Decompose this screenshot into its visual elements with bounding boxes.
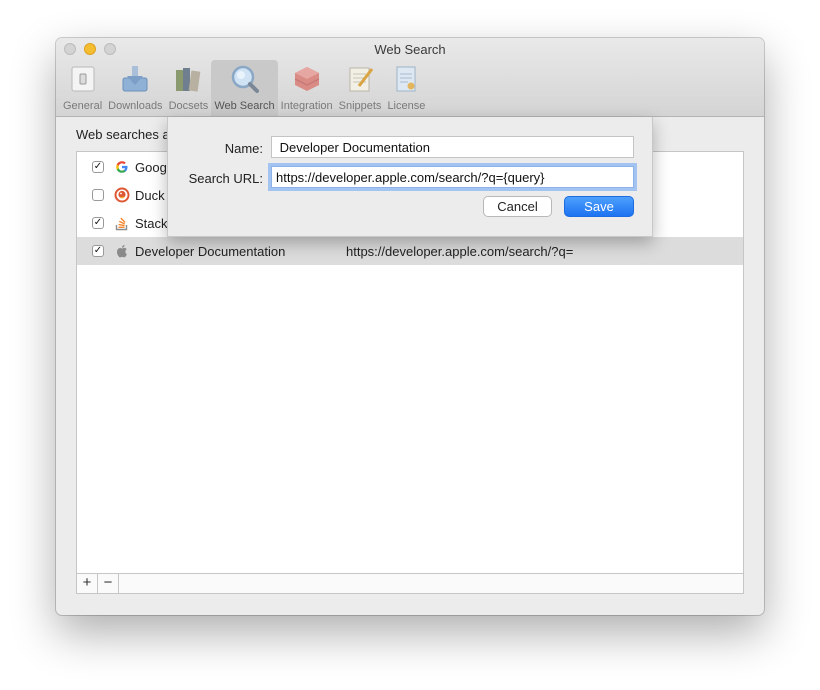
search-name: Stack xyxy=(135,215,168,231)
tab-docsets[interactable]: Docsets xyxy=(166,60,212,116)
search-name: Goog xyxy=(135,159,167,175)
name-label: Name: xyxy=(224,141,263,156)
edit-search-sheet: Name: Search URL: Cancel Save xyxy=(167,117,653,237)
notepad-icon xyxy=(344,63,376,95)
web-searches-label: Web searches a xyxy=(76,127,170,142)
brick-icon xyxy=(291,63,323,95)
add-search-button[interactable]: + xyxy=(77,574,98,593)
window-title: Web Search xyxy=(374,42,446,57)
enabled-checkbox[interactable]: ✓ xyxy=(92,245,104,257)
name-field[interactable] xyxy=(271,136,634,158)
remove-search-button[interactable]: − xyxy=(98,574,119,593)
preferences-toolbar: General Downloads Docsets Web Search Int… xyxy=(60,60,428,116)
tab-general[interactable]: General xyxy=(60,60,105,116)
stackoverflow-icon xyxy=(114,215,130,231)
search-name: Duck xyxy=(135,187,165,203)
tab-web-search-label: Web Search xyxy=(214,100,275,112)
enabled-checkbox[interactable]: ✓ xyxy=(92,161,104,173)
save-button[interactable]: Save xyxy=(564,196,634,217)
tab-integration[interactable]: Integration xyxy=(278,60,336,116)
magnifier-icon xyxy=(228,63,260,95)
certificate-icon xyxy=(390,63,422,95)
search-name: Developer Documentation xyxy=(135,243,286,259)
books-icon xyxy=(172,63,204,95)
search-url-label: Search URL: xyxy=(188,171,263,186)
list-item[interactable]: ✓ Developer Documentation https://develo… xyxy=(77,237,743,265)
cancel-button[interactable]: Cancel xyxy=(483,196,552,217)
tab-license[interactable]: License xyxy=(384,60,428,116)
apple-icon xyxy=(114,243,130,259)
tab-general-label: General xyxy=(63,100,103,112)
tab-web-search[interactable]: Web Search xyxy=(211,60,278,116)
tab-downloads-label: Downloads xyxy=(108,100,163,112)
tab-license-label: License xyxy=(387,100,426,112)
list-footer: + − xyxy=(77,573,743,593)
duckduckgo-icon xyxy=(114,187,130,203)
tab-docsets-label: Docsets xyxy=(168,100,209,112)
download-icon xyxy=(119,63,151,95)
enabled-checkbox[interactable]: ✓ xyxy=(92,217,104,229)
tab-snippets-label: Snippets xyxy=(338,100,382,112)
tab-downloads[interactable]: Downloads xyxy=(105,60,165,116)
switch-icon xyxy=(67,63,99,95)
titlebar: Web Search General Downloads Docsets Web… xyxy=(56,38,764,117)
tab-integration-label: Integration xyxy=(280,100,333,112)
search-url: https://developer.apple.com/search/?q= xyxy=(346,243,574,259)
search-url-field[interactable] xyxy=(271,166,634,188)
google-icon xyxy=(114,159,130,175)
enabled-checkbox[interactable] xyxy=(92,189,104,201)
tab-snippets[interactable]: Snippets xyxy=(336,60,385,116)
